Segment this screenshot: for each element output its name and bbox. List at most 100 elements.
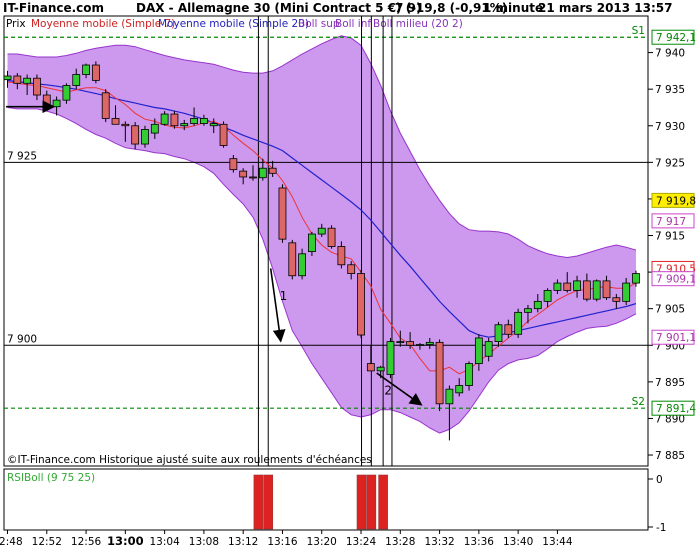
- x-tick-label: 13:28: [385, 536, 415, 548]
- candle-body: [121, 123, 130, 127]
- y-tick-label: 7 925: [655, 157, 685, 169]
- price-tag: 7 901,1: [651, 329, 696, 345]
- legend-boll-sup: Boll sup: [298, 18, 340, 30]
- candle-body: [602, 280, 611, 299]
- candle-body: [357, 273, 365, 336]
- candle-body: [141, 129, 149, 145]
- candle-body: [327, 227, 336, 247]
- annotation-label: 1: [280, 289, 288, 303]
- x-tick-label: 13:12: [228, 536, 258, 548]
- price-tag-text: 7 942,1: [656, 32, 696, 44]
- price-tag-text: 7 919,8: [656, 195, 696, 207]
- candle-body: [62, 85, 71, 101]
- candle-body: [612, 297, 621, 302]
- x-tick-label: 13:16: [267, 536, 298, 548]
- x-tick-label: 13:00: [107, 534, 144, 548]
- candle-body: [416, 344, 424, 346]
- rsiboll-bar: [378, 474, 388, 530]
- candle-body: [131, 125, 140, 145]
- candle-body: [474, 337, 483, 364]
- candle-body: [406, 341, 415, 346]
- candle-body: [268, 167, 277, 174]
- candle-body: [484, 341, 493, 357]
- support-label: S2: [632, 396, 645, 408]
- price-tag: 7 942,1: [651, 29, 696, 45]
- candle-body: [101, 92, 110, 119]
- legend-boll-inf: Boll inf: [335, 18, 371, 30]
- price-tag: 7 891,4: [651, 400, 696, 416]
- candle: [386, 337, 395, 379]
- legend: Prix Moyenne mobile (Simple 7) Moyenne m…: [6, 18, 463, 30]
- candle-body: [229, 158, 238, 171]
- rsiboll-y-label: 0: [656, 474, 663, 486]
- y-tick-label: 7 885: [655, 450, 685, 462]
- x-tick-label: 13:08: [189, 536, 219, 548]
- candle: [435, 339, 444, 412]
- indicator-plot-frame: [3, 468, 649, 531]
- candle-body: [396, 341, 405, 344]
- price-axis: 7 8857 8907 8957 9007 9057 9107 9157 920…: [648, 48, 685, 462]
- candle-body: [258, 167, 267, 179]
- price-tag: 7 909,1: [651, 271, 696, 287]
- x-tick-label: 13:24: [346, 536, 377, 548]
- candle: [288, 239, 297, 280]
- candle-body: [435, 341, 444, 405]
- rsiboll-panel: RSIBoll (9 75 25) 0 -1: [7, 472, 666, 534]
- candle-body: [622, 282, 631, 302]
- candle-body: [582, 280, 591, 300]
- x-tick-label: 12:48: [0, 536, 23, 548]
- x-tick-label: 13:40: [503, 536, 533, 548]
- candle-body: [317, 227, 326, 235]
- candle-body: [199, 118, 208, 124]
- candle-body: [592, 280, 601, 300]
- candle: [101, 89, 110, 123]
- legend-boll-mid: Boll milieu (20 2): [373, 18, 463, 30]
- rsiboll-y-label: -1: [656, 522, 666, 534]
- x-tick-label: 13:20: [307, 536, 337, 548]
- candle-body: [52, 99, 61, 108]
- candle: [91, 61, 100, 84]
- candle-body: [249, 176, 257, 179]
- rsiboll-bar: [366, 474, 377, 530]
- y-tick-label: 7 895: [655, 377, 685, 389]
- candle-body: [455, 385, 464, 394]
- candle-body: [632, 273, 640, 284]
- legend-mm7: Moyenne mobile (Simple 7): [31, 18, 175, 30]
- candle-body: [42, 94, 51, 108]
- candle-body: [533, 300, 542, 310]
- candle-body: [337, 246, 346, 266]
- candle-body: [278, 187, 287, 240]
- y-tick-label: 7 940: [655, 48, 685, 60]
- price-tag-text: 7 909,1: [656, 274, 696, 286]
- rsiboll-bar: [253, 474, 264, 530]
- candle-body: [465, 363, 473, 386]
- x-tick-label: 13:44: [542, 536, 573, 548]
- annotation-label: 2: [384, 383, 392, 397]
- candle-body: [347, 264, 356, 274]
- candle-body: [445, 388, 454, 405]
- candle: [219, 121, 228, 148]
- candle: [170, 111, 179, 129]
- candle-body: [573, 280, 581, 291]
- candle-body: [3, 75, 12, 81]
- candle-body: [553, 282, 562, 291]
- candle-body: [308, 233, 316, 253]
- candle-body: [425, 341, 434, 345]
- candle: [278, 184, 287, 243]
- candle-body: [170, 113, 179, 127]
- candle-body: [504, 324, 513, 335]
- rsiboll-bar: [356, 474, 367, 530]
- x-tick-label: 12:56: [71, 536, 102, 548]
- candle-body: [494, 324, 503, 343]
- candle: [141, 125, 149, 148]
- candle-body: [82, 64, 90, 75]
- candle: [357, 269, 365, 338]
- candle-body: [33, 77, 41, 96]
- x-tick-label: 13:04: [149, 536, 180, 548]
- x-tick-label: 12:52: [32, 536, 62, 548]
- candle-body: [543, 289, 552, 302]
- candle-body: [13, 75, 22, 84]
- time-axis: 12:48 12:52 12:56 13:00 13:04 13:08 13:12 13:16…: [0, 530, 573, 548]
- candle-body: [209, 123, 218, 127]
- candle-body: [386, 341, 395, 375]
